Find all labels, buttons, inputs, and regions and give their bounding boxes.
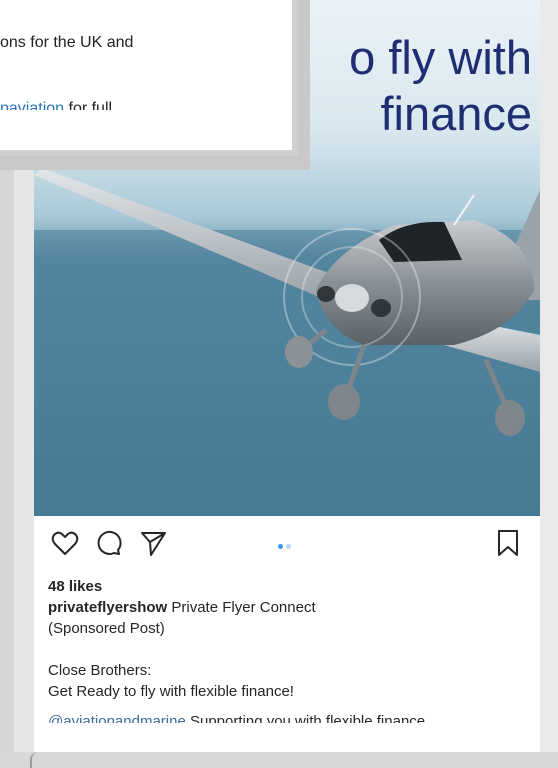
info-popup: ons for the UK and paviation for full [0, 0, 298, 156]
caption-tagline: Get Ready to fly with flexible finance! [48, 683, 294, 700]
mention-link[interactable]: @aviationandmarine [48, 713, 186, 723]
caption-title: Private Flyer Connect [167, 599, 316, 616]
send-icon[interactable] [138, 528, 168, 563]
caption-first-line: privateflyershow Private Flyer Connect [48, 597, 528, 618]
mention-text: Supporting you with flexible finance [185, 713, 426, 723]
popup-text: ons for the UK and [0, 34, 134, 51]
carousel-indicator [278, 544, 291, 549]
screenshot-frame-right [540, 0, 558, 752]
bookmark-icon[interactable] [494, 528, 522, 563]
comment-icon[interactable] [94, 528, 124, 563]
caption-mention-line: @aviationandmarine Supporting you with f… [48, 711, 528, 723]
sponsored-label: (Sponsored Post) [48, 620, 165, 637]
popup-link-rest: for full [64, 100, 113, 110]
post-action-bar [34, 528, 540, 564]
heart-icon[interactable] [50, 528, 80, 563]
screenshot-frame-bottom [0, 752, 558, 768]
screenshot-frame-inner [14, 160, 34, 752]
caption-company: Close Brothers: [48, 662, 152, 679]
carousel-dot [286, 544, 291, 549]
post-caption: 48 likes privateflyershow Private Flyer … [48, 576, 528, 723]
frame-corner-mark [30, 752, 44, 768]
username-link[interactable]: privateflyershow [48, 599, 167, 616]
likes-count[interactable]: 48 likes [48, 576, 528, 597]
carousel-dot-active [278, 544, 283, 549]
popup-link[interactable]: paviation [0, 100, 64, 110]
popup-link-line: paviation for full [0, 98, 280, 110]
